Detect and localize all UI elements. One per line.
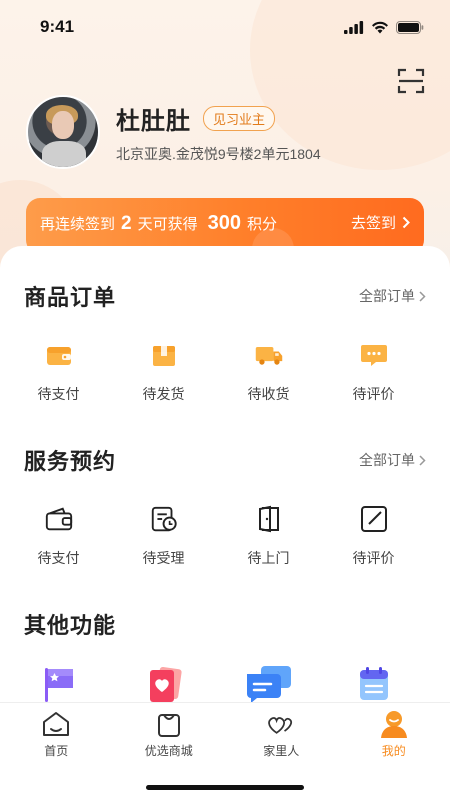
battery-icon [396, 20, 424, 34]
signin-button[interactable]: 去签到 [351, 212, 410, 233]
section-title: 其他功能 [24, 613, 117, 638]
service-pending-payment[interactable]: 待支付 [6, 504, 111, 568]
status-icons [344, 20, 424, 34]
product-orders-section: 商品订单 全部订单 待支付 待发货 待收货 待评价 [0, 280, 450, 404]
truck-icon [254, 340, 284, 370]
status-bar: 9:41 [0, 0, 450, 54]
tab-bar: 首页 优选商城 家里人 我的 [0, 702, 450, 800]
service-pending-acceptance[interactable]: 待受理 [111, 504, 216, 568]
comment-icon [359, 340, 389, 370]
all-orders-link[interactable]: 全部订单 [359, 450, 426, 470]
status-time: 9:41 [40, 17, 75, 36]
other-function-1[interactable] [6, 664, 111, 704]
tab-mall[interactable]: 优选商城 [113, 703, 226, 761]
package-icon [149, 340, 179, 370]
signin-days: 2 [121, 213, 132, 234]
chat-icon [245, 664, 293, 704]
door-icon [254, 504, 284, 534]
profile-info: 杜肚肚 见习业主 北京亚奥.金茂悦9号楼2单元1804 [116, 101, 321, 164]
signin-points: 300 [207, 212, 241, 234]
chevron-right-icon [419, 454, 426, 466]
heart-card-icon [144, 664, 184, 704]
section-title: 商品订单 [24, 285, 117, 310]
chevron-right-icon [402, 216, 410, 229]
avatar[interactable] [26, 95, 100, 169]
member-badge: 见习业主 [203, 105, 276, 131]
order-pending-review[interactable]: 待评价 [321, 340, 426, 404]
document-clock-icon [149, 504, 179, 534]
wifi-icon [372, 21, 388, 33]
other-function-2[interactable] [111, 664, 216, 704]
other-functions-section: 其他功能 [0, 608, 450, 704]
service-booking-section: 服务预约 全部订单 待支付 待受理 待上门 待评价 [0, 444, 450, 568]
signal-icon [344, 20, 364, 34]
other-function-3[interactable] [216, 664, 321, 704]
wallet-outline-icon [44, 504, 74, 534]
user-name: 杜肚肚 [116, 107, 191, 135]
order-pending-receipt[interactable]: 待收货 [216, 340, 321, 404]
service-pending-review[interactable]: 待评价 [321, 504, 426, 568]
chevron-right-icon [419, 290, 426, 302]
signin-text: 再连续签到 2 天可获得 300 积分 [40, 212, 277, 234]
scan-button[interactable] [396, 66, 426, 96]
order-pending-shipment[interactable]: 待发货 [111, 340, 216, 404]
user-address: 北京亚奥.金茂悦9号楼2单元1804 [116, 145, 321, 162]
edit-icon [359, 504, 389, 534]
tab-mine[interactable]: 我的 [338, 703, 450, 761]
section-title: 服务预约 [24, 449, 117, 474]
service-pending-visit[interactable]: 待上门 [216, 504, 321, 568]
home-icon [41, 709, 71, 739]
tab-home[interactable]: 首页 [0, 703, 113, 761]
content-card: 商品订单 全部订单 待支付 待发货 待收货 待评价 服务预约 全部订单 待支付 … [0, 246, 450, 706]
profile-icon [379, 709, 409, 739]
profile-header[interactable]: 杜肚肚 见习业主 北京亚奥.金茂悦9号楼2单元1804 [26, 95, 321, 169]
tab-family[interactable]: 家里人 [225, 703, 338, 761]
home-indicator [146, 785, 304, 790]
hearts-icon [266, 709, 296, 739]
other-function-4[interactable] [321, 664, 426, 704]
calendar-icon [354, 664, 394, 704]
flag-icon [39, 664, 79, 704]
shopping-bag-icon [154, 709, 184, 739]
all-orders-link[interactable]: 全部订单 [359, 286, 426, 306]
scan-icon [397, 68, 425, 94]
wallet-icon [44, 340, 74, 370]
order-pending-payment[interactable]: 待支付 [6, 340, 111, 404]
